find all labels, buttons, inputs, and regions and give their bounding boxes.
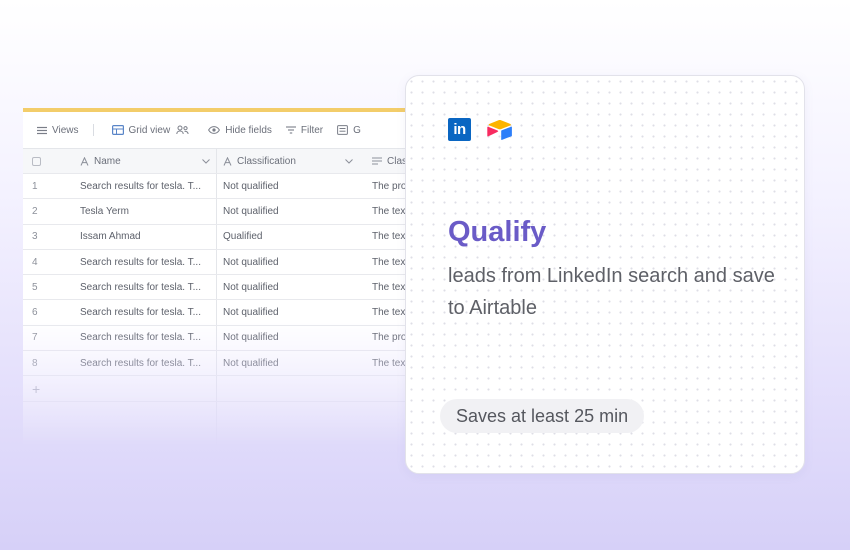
group-button[interactable]: G [337, 125, 361, 136]
classification-column-label: Classification [237, 155, 296, 167]
classification-cell[interactable]: Not qualified [216, 300, 359, 325]
list-icon [37, 126, 47, 134]
chevron-down-icon [345, 158, 353, 164]
group-icon [337, 125, 349, 135]
row-number: 3 [32, 231, 38, 243]
text-field-icon [223, 156, 232, 166]
name-cell[interactable]: Issam Ahmad [80, 231, 216, 242]
eye-icon [208, 126, 221, 134]
classification-cell[interactable]: Not qualified [216, 275, 359, 300]
linkedin-logo: in [448, 118, 471, 141]
classification-cell[interactable]: Not qualified [216, 351, 359, 376]
table-row[interactable]: 3 Issam Ahmad Qualified The text [23, 224, 443, 250]
integration-logos: in [448, 118, 513, 141]
classification-cell[interactable]: Not qualified [216, 325, 359, 351]
grid-view-button[interactable]: Grid view [111, 124, 195, 136]
name-cell[interactable]: Search results for tesla. T... [80, 358, 216, 369]
select-all-cell[interactable] [23, 156, 80, 166]
row-number: 2 [32, 205, 38, 217]
classification-cell[interactable]: Not qualified [216, 174, 359, 199]
chevron-down-icon [202, 158, 210, 164]
card-description: leads from LinkedIn search and save to A… [448, 265, 775, 319]
airtable-grid-panel: Views Grid view Hide fields Filter G Nam… [23, 108, 443, 448]
name-cell[interactable]: Tesla Yerm [80, 206, 216, 217]
automation-card[interactable]: in Qualify leads from LinkedIn search an… [405, 75, 805, 474]
views-button[interactable]: Views [37, 125, 79, 136]
people-icon [176, 125, 189, 135]
group-label: G [353, 124, 361, 136]
classification-cell[interactable]: Not qualified [216, 249, 359, 275]
table-row[interactable]: 7 Search results for tesla. T... Not quali… [23, 325, 443, 352]
grid-view-label: Grid view [128, 124, 171, 136]
name-cell[interactable]: Search results for tesla. T... [80, 257, 216, 268]
records-table: Name Classification Class 1 Search result… [23, 148, 443, 448]
row-number: 6 [32, 307, 38, 319]
add-record-row[interactable]: + [23, 376, 443, 402]
row-number: 5 [32, 281, 38, 293]
table-footer-spacer [23, 401, 443, 448]
hide-fields-label: Hide fields [225, 124, 272, 136]
table-row[interactable]: 2 Tesla Yerm Not qualified The text [23, 199, 443, 225]
table-row[interactable]: 8 Search results for tesla. T... Not quali… [23, 351, 443, 377]
table-row[interactable]: 4 Search results for tesla. T... Not quali… [23, 249, 443, 276]
name-column-header[interactable]: Name [80, 156, 216, 167]
name-cell[interactable]: Search results for tesla. T... [80, 282, 216, 293]
time-saved-badge: Saves at least 25 min [440, 399, 645, 433]
text-field-icon [80, 156, 89, 166]
name-column-label: Name [94, 155, 121, 167]
empty-cell [216, 401, 359, 448]
classification-cell[interactable]: Not qualified [216, 199, 359, 224]
row-number: 1 [32, 180, 38, 192]
classification-column-header[interactable]: Classification [216, 149, 359, 173]
grid-toolbar: Views Grid view Hide fields Filter G [23, 112, 443, 148]
table-header-row: Name Classification Class [23, 149, 443, 174]
empty-cell [216, 376, 359, 401]
airtable-logo [487, 119, 512, 140]
name-cell[interactable]: Search results for tesla. T... [80, 181, 216, 192]
views-label: Views [52, 124, 79, 136]
hide-fields-button[interactable]: Hide fields [208, 125, 272, 136]
name-cell[interactable]: Search results for tesla. T... [80, 332, 216, 343]
filter-icon [285, 126, 296, 134]
table-body: 1 Search results for tesla. T... Not quali… [23, 174, 443, 377]
grid-icon [111, 125, 124, 135]
add-record-button[interactable]: + [23, 381, 80, 397]
toolbar-divider [92, 124, 94, 136]
filter-label: Filter [300, 124, 324, 136]
table-row[interactable]: 1 Search results for tesla. T... Not quali… [23, 174, 443, 200]
table-row[interactable]: 5 Search results for tesla. T... Not quali… [23, 275, 443, 301]
long-text-icon [372, 157, 382, 165]
filter-button[interactable]: Filter [285, 124, 324, 136]
classification-cell[interactable]: Qualified [216, 224, 359, 249]
card-title: Qualify [448, 216, 547, 248]
select-all-checkbox[interactable] [32, 156, 41, 166]
name-cell[interactable]: Search results for tesla. T... [80, 307, 216, 318]
row-number: 7 [32, 332, 38, 344]
row-number: 4 [32, 256, 38, 268]
row-number: 8 [32, 357, 38, 369]
table-row[interactable]: 6 Search results for tesla. T... Not quali… [23, 300, 443, 326]
